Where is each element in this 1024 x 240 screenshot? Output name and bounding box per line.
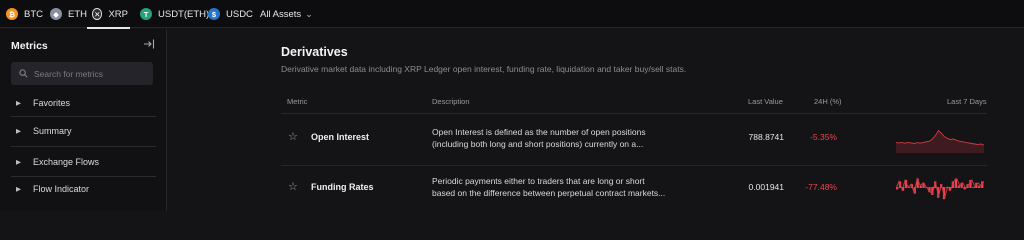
sidebar-item-flow-indicator[interactable]: ▶ Flow Indicator: [11, 181, 161, 197]
metric-name[interactable]: Funding Rates: [311, 182, 374, 192]
sidebar-item-exchange-flows[interactable]: ▶ Exchange Flows: [11, 154, 161, 170]
metric-description-line: Open Interest is defined as the number o…: [432, 127, 646, 137]
row-divider: [281, 165, 987, 166]
caret-right-icon: ▶: [16, 128, 21, 135]
caret-right-icon: ▶: [16, 186, 21, 193]
star-icon[interactable]: ☆: [288, 180, 298, 193]
column-header-last-7-days: Last 7 Days: [947, 97, 987, 106]
tab-usdc-label: USDC: [226, 8, 253, 20]
bitcoin-icon: ₿: [6, 8, 18, 20]
metric-name[interactable]: Open Interest: [311, 132, 369, 142]
asset-tab-bar: ₿ BTC ◆ ETH ✕ XRP T USDT(ETH) $ USDC All…: [0, 0, 1024, 29]
metric-description-line: Periodic payments either to traders that…: [432, 176, 645, 186]
tab-btc[interactable]: ₿ BTC: [6, 0, 43, 28]
change-24h: -5.35%: [810, 132, 837, 142]
caret-right-icon: ▶: [16, 100, 21, 107]
ethereum-icon: ◆: [50, 8, 62, 20]
sidebar-item-label: Favorites: [33, 98, 71, 108]
sidebar-item-label: Exchange Flows: [33, 157, 100, 167]
sparkline-bar: [978, 185, 981, 188]
change-24h: -77.48%: [805, 182, 837, 192]
tab-usdt-label: USDT(ETH): [158, 8, 210, 20]
sparkline-line: [896, 177, 984, 199]
column-header-24h: 24H (%): [814, 97, 842, 106]
tab-xrp[interactable]: ✕ XRP: [87, 0, 130, 29]
last-value: 788.8741: [748, 132, 784, 142]
metric-description-line: based on the difference between perpetua…: [432, 188, 666, 198]
all-assets-label: All Assets: [260, 8, 302, 20]
divider: [11, 116, 156, 117]
search-metrics-input[interactable]: Search for metrics: [11, 62, 153, 85]
divider: [11, 176, 156, 177]
caret-right-icon: ▶: [16, 159, 21, 166]
sparkline-area: [896, 130, 984, 153]
sparkline-funding-rates: [896, 177, 984, 200]
main-content: Derivatives Derivative market data inclu…: [168, 29, 1024, 211]
sidebar-item-label: Flow Indicator: [33, 184, 90, 194]
collapse-sidebar-icon[interactable]: [143, 38, 155, 50]
metrics-sidebar: Metrics Search for metrics ▶ Favorites ▶…: [0, 29, 167, 211]
tether-icon: T: [140, 8, 152, 20]
all-assets-dropdown[interactable]: All Assets ⌄: [260, 0, 313, 28]
sparkline-open-interest: [896, 129, 984, 153]
tab-eth[interactable]: ◆ ETH: [50, 0, 87, 28]
column-header-metric: Metric: [287, 97, 308, 106]
column-header-description: Description: [432, 97, 470, 106]
sidebar-title: Metrics: [11, 40, 48, 52]
divider: [11, 146, 156, 147]
search-icon: [19, 69, 28, 78]
search-placeholder: Search for metrics: [34, 68, 103, 79]
sidebar-item-summary[interactable]: ▶ Summary: [11, 123, 161, 139]
last-value: 0.001941: [748, 182, 784, 192]
usdc-icon: $: [208, 8, 220, 20]
metric-description: Periodic payments either to traders that…: [432, 175, 667, 199]
tab-usdt-eth[interactable]: T USDT(ETH): [140, 0, 209, 28]
star-icon[interactable]: ☆: [288, 130, 298, 143]
tab-xrp-label: XRP: [108, 8, 128, 20]
chevron-down-icon: ⌄: [305, 8, 313, 19]
tab-btc-label: BTC: [24, 8, 43, 20]
section-description: Derivative market data including XRP Led…: [281, 64, 687, 74]
sidebar-item-favorites[interactable]: ▶ Favorites: [11, 95, 161, 111]
xrp-icon: ✕: [92, 8, 103, 20]
tab-eth-label: ETH: [68, 8, 87, 20]
metric-description: Open Interest is defined as the number o…: [432, 126, 667, 150]
sparkline-bar: [972, 187, 975, 188]
sparkline-bar: [919, 185, 922, 188]
column-header-last-value: Last Value: [748, 97, 783, 106]
header-divider: [281, 113, 987, 114]
section-title: Derivatives: [281, 45, 348, 59]
tab-usdc[interactable]: $ USDC: [208, 0, 253, 28]
sidebar-item-label: Summary: [33, 126, 72, 136]
metric-description-line: (including both long and short positions…: [432, 139, 644, 149]
